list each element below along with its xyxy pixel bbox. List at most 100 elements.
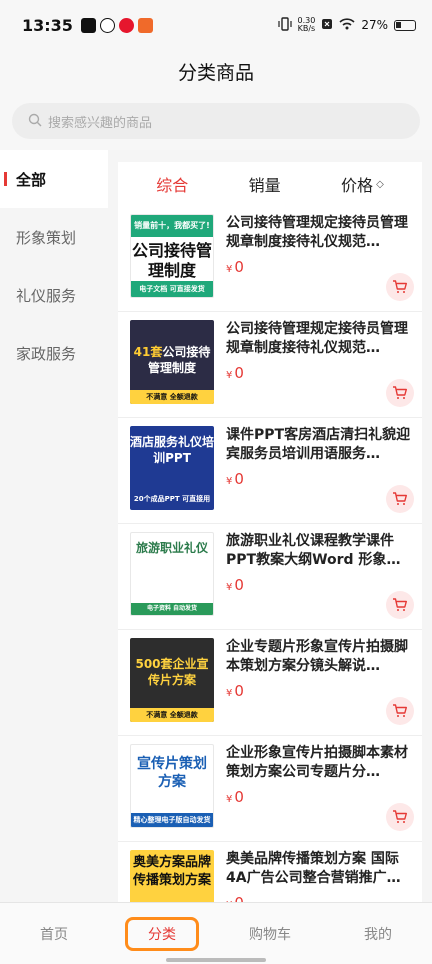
header: 分类商品: [0, 50, 432, 92]
home-indicator[interactable]: [166, 958, 266, 962]
product-title[interactable]: 课件PPT客房酒店清扫礼貌迎宾服务员培训用语服务…: [226, 426, 414, 464]
thumb-title: 41套公司接待管理制度: [130, 344, 214, 376]
add-to-cart-button[interactable]: [386, 803, 414, 831]
thumb-title: 宣传片策划方案: [137, 756, 207, 790]
cart-icon: [393, 598, 407, 611]
nav-mine[interactable]: 我的: [324, 903, 432, 964]
product-card[interactable]: 41套公司接待管理制度 不满意 全额退款 公司接待管理规定接待员管理规章制度接待…: [118, 312, 422, 418]
net-speed: 0.30 KB/s: [298, 17, 316, 33]
product-card[interactable]: 旅游职业礼仪 电子资料 自动发货 旅游职业礼仪课程教学课件PPT教案大纲Word…: [118, 524, 422, 630]
product-price: ¥ 0: [226, 470, 414, 488]
search-placeholder: 搜索感兴趣的商品: [48, 115, 153, 131]
thumb-footer: 不满意 全额退款: [130, 708, 214, 722]
product-title[interactable]: 旅游职业礼仪课程教学课件PPT教案大纲Word 形象社…: [226, 532, 414, 570]
product-info: 企业形象宣传片拍摄脚本素材策划方案公司专题片分… ¥ 0: [226, 744, 414, 833]
thumb-footer: 精心整理电子版自动发货: [131, 813, 213, 827]
battery-icon: [394, 19, 416, 31]
currency-symbol: ¥: [226, 688, 233, 699]
status-right: 0.30 KB/s 27%: [277, 16, 416, 34]
sort-comprehensive[interactable]: 综合: [156, 172, 188, 196]
product-price: ¥ 0: [226, 788, 414, 806]
sort-sales[interactable]: 销量: [249, 172, 281, 196]
cart-icon: [393, 704, 407, 717]
nav-category[interactable]: 分类: [108, 903, 216, 964]
currency-symbol: ¥: [226, 794, 233, 805]
price-value: 0: [234, 682, 244, 700]
sort-label: 综合: [156, 176, 189, 195]
product-info: 旅游职业礼仪课程教学课件PPT教案大纲Word 形象社… ¥ 0: [226, 532, 414, 621]
product-title[interactable]: 公司接待管理规定接待员管理规章制度接待礼仪规范…: [226, 214, 414, 252]
product-thumbnail[interactable]: 500套企业宣传片方案 不满意 全额退款: [130, 638, 214, 722]
price-value: 0: [234, 258, 244, 276]
sidebar-item-label: 礼仪服务: [16, 286, 77, 305]
sidebar-item-housekeeping[interactable]: 家政服务: [0, 324, 108, 382]
product-thumbnail[interactable]: 酒店服务礼仪培训PPT 20个成品PPT 可直接用: [130, 426, 214, 510]
sim-icon: [321, 18, 333, 33]
nav-home[interactable]: 首页: [0, 903, 108, 964]
product-thumbnail[interactable]: 销量前十，我都买了! 公司接待管理制度 电子文档 可直接发货: [130, 214, 214, 298]
add-to-cart-button[interactable]: [386, 591, 414, 619]
cart-icon: [393, 386, 407, 399]
weibo-icon: [118, 17, 134, 33]
add-to-cart-button[interactable]: [386, 697, 414, 725]
sidebar-item-image-planning[interactable]: 形象策划: [0, 208, 108, 266]
category-sidebar: 全部 形象策划 礼仪服务 家政服务: [0, 150, 108, 900]
thumb-title: 旅游职业礼仪: [135, 541, 208, 555]
price-value: 0: [234, 470, 244, 488]
price-value: 0: [234, 364, 244, 382]
price-value: 0: [234, 576, 244, 594]
search-icon: [28, 112, 42, 131]
add-to-cart-button[interactable]: [386, 273, 414, 301]
bottom-nav: 首页 分类 购物车 我的: [0, 902, 432, 964]
product-panel: 综合 销量 价格 ◇ 销量前十，我都买了! 公司接待管理制度 电子文档 可直接发…: [118, 162, 422, 902]
thumb-footer: 20个成品PPT 可直接用: [133, 495, 211, 503]
product-thumbnail[interactable]: 宣传片策划方案 精心整理电子版自动发货: [130, 744, 214, 828]
product-title[interactable]: 公司接待管理规定接待员管理规章制度接待礼仪规范…: [226, 320, 414, 358]
product-info: 奥美品牌传播策划方案 国际4A广告公司整合营销推广… ¥ 0: [226, 850, 414, 902]
search-input[interactable]: 搜索感兴趣的商品: [12, 103, 420, 139]
product-card[interactable]: 500套企业宣传片方案 不满意 全额退款 企业专题片形象宣传片拍摄脚本策划方案分…: [118, 630, 422, 736]
nav-cart[interactable]: 购物车: [216, 903, 324, 964]
sidebar-item-all[interactable]: 全部: [0, 150, 108, 208]
nav-label: 首页: [40, 926, 68, 943]
product-thumbnail[interactable]: 旅游职业礼仪 电子资料 自动发货: [130, 532, 214, 616]
page-title: 分类商品: [177, 61, 254, 84]
currency-symbol: ¥: [226, 476, 233, 487]
product-card[interactable]: 奥美方案品牌传播策划方案 奥美品牌传播策划方案 国际4A广告公司整合营销推广… …: [118, 842, 422, 902]
product-thumbnail[interactable]: 奥美方案品牌传播策划方案: [130, 850, 214, 902]
product-title[interactable]: 企业专题片形象宣传片拍摄脚本策划方案分镜头解说…: [226, 638, 414, 676]
currency-symbol: ¥: [226, 582, 233, 593]
sidebar-item-etiquette-service[interactable]: 礼仪服务: [0, 266, 108, 324]
app-icon: [99, 17, 115, 33]
thumb-footer: 电子资料 自动发货: [131, 603, 213, 615]
product-info: 企业专题片形象宣传片拍摄脚本策划方案分镜头解说… ¥ 0: [226, 638, 414, 727]
product-card[interactable]: 宣传片策划方案 精心整理电子版自动发货 企业形象宣传片拍摄脚本素材策划方案公司专…: [118, 736, 422, 842]
product-info: 公司接待管理规定接待员管理规章制度接待礼仪规范… ¥ 0: [226, 320, 414, 409]
thumb-footer: 不满意 全额退款: [130, 390, 214, 404]
currency-symbol: ¥: [226, 264, 233, 275]
product-info: 公司接待管理规定接待员管理规章制度接待礼仪规范… ¥ 0: [226, 214, 414, 303]
nav-label: 我的: [364, 926, 392, 943]
sort-price[interactable]: 价格 ◇: [341, 172, 384, 196]
sidebar-item-label: 家政服务: [16, 344, 77, 363]
nav-label: 购物车: [249, 926, 291, 943]
cart-icon: [393, 810, 407, 823]
thumb-title: 公司接待管理制度: [131, 241, 212, 280]
vibrate-icon: [277, 16, 292, 34]
thumb-banner: 销量前十，我都买了!: [131, 215, 213, 237]
add-to-cart-button[interactable]: [386, 379, 414, 407]
product-card[interactable]: 销量前十，我都买了! 公司接待管理制度 电子文档 可直接发货 公司接待管理规定接…: [118, 206, 422, 312]
add-to-cart-button[interactable]: [386, 485, 414, 513]
sort-label: 销量: [248, 176, 281, 195]
price-value: 0: [234, 788, 244, 806]
sort-bar: 综合 销量 价格 ◇: [118, 162, 422, 206]
product-price: ¥ 0: [226, 258, 414, 276]
product-card[interactable]: 酒店服务礼仪培训PPT 20个成品PPT 可直接用 课件PPT客房酒店清扫礼貌迎…: [118, 418, 422, 524]
product-thumbnail[interactable]: 41套公司接待管理制度 不满意 全额退款: [130, 320, 214, 404]
product-price: ¥ 0: [226, 576, 414, 594]
sidebar-item-label: 形象策划: [16, 228, 77, 247]
product-price: ¥ 0: [226, 894, 414, 902]
status-bar: 13:35 0.30 KB/s 27%: [0, 0, 432, 50]
product-title[interactable]: 奥美品牌传播策划方案 国际4A广告公司整合营销推广…: [226, 850, 414, 888]
product-title[interactable]: 企业形象宣传片拍摄脚本素材策划方案公司专题片分…: [226, 744, 414, 782]
